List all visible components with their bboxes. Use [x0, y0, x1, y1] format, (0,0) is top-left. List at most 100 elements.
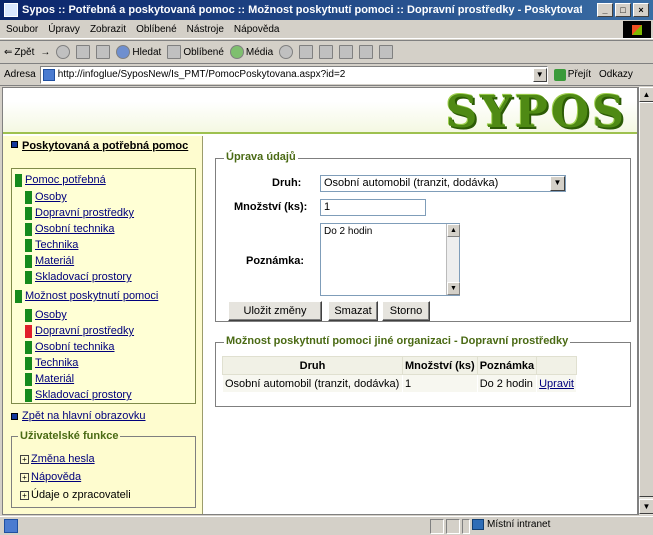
stop-icon[interactable] — [56, 45, 71, 59]
page-scrollbar[interactable]: ▲ ▼ — [638, 87, 653, 515]
edit-form: Úprava údajů Druh: Osobní automobil (tra… — [215, 151, 631, 322]
media-icon — [229, 45, 244, 59]
address-bar: Adresa http://infoglue/SyposNew/Is_PMT/P… — [0, 64, 653, 86]
druh-select[interactable]: Osobní automobil (tranzit, dodávka) ▼ — [320, 175, 566, 192]
poznamka-textarea[interactable]: Do 2 hodin ▲ ▼ — [320, 223, 460, 296]
processor-info-item[interactable]: + Údaje o zpracovateli — [20, 489, 131, 501]
status-bar: Místní intranet — [0, 516, 653, 535]
ie-app-icon — [4, 3, 18, 17]
menu-nastroje[interactable]: Nástroje — [187, 24, 224, 35]
back-to-main-link[interactable]: Zpět na hlavní obrazovku — [11, 409, 146, 423]
menu-zobrazit[interactable]: Zobrazit — [90, 24, 126, 35]
maximize-button[interactable]: □ — [615, 3, 631, 17]
nav-bullet-icon — [25, 222, 32, 236]
nav-item-material-2[interactable]: Materiál — [25, 372, 74, 386]
mail-icon[interactable] — [299, 45, 314, 59]
nav-box: Pomoc potřebná Osoby Dopravní prostředky… — [11, 168, 196, 404]
nav-item-osobni-technika-2[interactable]: Osobní technika — [25, 340, 115, 354]
textarea-scrollbar[interactable]: ▲ ▼ — [446, 224, 460, 295]
nav-item-technika-2[interactable]: Technika — [25, 356, 78, 370]
nav-bullet-icon — [25, 238, 32, 252]
nav-bullet-icon — [15, 173, 22, 187]
delete-button[interactable]: Smazat — [328, 301, 378, 321]
left-panel: Poskytovaná a potřebná pomoc Pomoc potře… — [3, 136, 203, 514]
status-cell — [462, 519, 470, 534]
search-button[interactable]: Hledat — [116, 45, 161, 59]
poznamka-value: Do 2 hodin — [324, 226, 373, 237]
edit-icon[interactable] — [339, 45, 354, 59]
links-button[interactable]: Odkazy — [599, 69, 633, 80]
cell-druh: Osobní automobil (tranzit, dodávka) — [222, 374, 403, 393]
back-button[interactable]: ⇐ Zpět — [4, 47, 34, 58]
column-header-poznamka: Poznámka — [476, 356, 538, 375]
nav-bullet-active-icon — [25, 324, 32, 338]
nav-item-technika[interactable]: Technika — [25, 238, 78, 252]
help-link[interactable]: + Nápověda — [20, 471, 81, 483]
scroll-down-icon[interactable]: ▼ — [639, 499, 653, 514]
messenger-icon[interactable] — [379, 45, 394, 59]
page-icon — [42, 68, 55, 81]
nav-item-osoby[interactable]: Osoby — [25, 190, 67, 204]
menu-napoveda[interactable]: Nápověda — [234, 24, 280, 35]
edit-row-link[interactable]: Upravit — [536, 374, 577, 393]
status-cell — [430, 519, 444, 534]
nav-item-osoby-2[interactable]: Osoby — [25, 308, 67, 322]
cancel-button[interactable]: Storno — [382, 301, 430, 321]
zone-label: Místní intranet — [487, 519, 551, 530]
minimize-button[interactable]: _ — [597, 3, 613, 17]
nav-item-dopravni-prostredky[interactable]: Dopravní prostředky — [25, 206, 134, 220]
chevron-down-icon[interactable]: ▼ — [550, 176, 565, 191]
history-icon[interactable] — [279, 45, 294, 59]
nav-bullet-icon — [25, 372, 32, 386]
nav-item-osobni-technika[interactable]: Osobní technika — [25, 222, 115, 236]
mnozstvi-input[interactable]: 1 — [320, 199, 426, 216]
media-label: Média — [245, 46, 274, 58]
nav-item-material[interactable]: Materiál — [25, 254, 74, 268]
address-label: Adresa — [4, 69, 36, 80]
nav-item-dopravni-prostredky-2[interactable]: Dopravní prostředky — [25, 324, 134, 338]
menu-bar: Soubor Úpravy Zobrazit Oblíbené Nástroje… — [0, 20, 653, 39]
print-icon[interactable] — [319, 45, 334, 59]
column-header-action — [536, 356, 577, 375]
edit-form-legend: Úprava údajů — [224, 151, 298, 163]
scroll-thumb[interactable] — [639, 102, 653, 497]
scroll-up-icon[interactable]: ▲ — [447, 224, 460, 237]
nav-bullet-icon — [25, 254, 32, 268]
forward-button[interactable]: → — [40, 47, 50, 58]
scroll-down-icon[interactable]: ▼ — [447, 282, 460, 295]
address-input[interactable]: http://infoglue/SyposNew/Is_PMT/PomocPos… — [39, 65, 548, 84]
page-done-icon — [4, 519, 18, 533]
menu-oblibene[interactable]: Oblíbené — [136, 24, 177, 35]
druh-value: Osobní automobil (tranzit, dodávka) — [324, 177, 499, 189]
change-password-link[interactable]: + Změna hesla — [20, 453, 95, 465]
nav-item-skladovaci-prostory[interactable]: Skladovací prostory — [25, 270, 132, 284]
cell-poznamka: Do 2 hodin — [476, 374, 538, 393]
offers-legend: Možnost poskytnutí pomoci jiné organizac… — [224, 335, 571, 347]
scroll-up-icon[interactable]: ▲ — [639, 87, 653, 102]
refresh-icon[interactable] — [76, 45, 91, 59]
search-label: Hledat — [132, 46, 162, 58]
back-label: Zpět — [14, 46, 35, 58]
chevron-down-icon[interactable]: ▼ — [532, 67, 547, 82]
section-title[interactable]: Poskytovaná a potřebná pomoc — [11, 140, 196, 153]
favorites-button[interactable]: Oblíbené — [167, 45, 224, 59]
nav-item-moznost-poskytnuti[interactable]: Možnost poskytnutí pomoci — [15, 289, 158, 303]
save-button[interactable]: Uložit změny — [228, 301, 322, 321]
user-functions-box: Uživatelské funkce + Změna hesla + Nápověd… — [11, 430, 196, 508]
menu-soubor[interactable]: Soubor — [6, 24, 38, 35]
column-header-mnozstvi: Množství (ks) — [402, 356, 478, 375]
offers-table: Druh Množství (ks) Poznámka Osobní autom… — [222, 356, 577, 393]
nav-item-pomoc-potrebna[interactable]: Pomoc potřebná — [15, 173, 106, 187]
home-icon[interactable] — [96, 45, 111, 59]
nav-item-skladovaci-prostory-2[interactable]: Skladovací prostory — [25, 388, 132, 402]
go-button[interactable]: Přejít — [553, 68, 591, 81]
nav-bullet-icon — [25, 270, 32, 284]
address-url[interactable]: http://infoglue/SyposNew/Is_PMT/PomocPos… — [58, 69, 533, 80]
bullet-square-icon — [11, 141, 18, 148]
discuss-icon[interactable] — [359, 45, 374, 59]
menu-upravy[interactable]: Úpravy — [48, 24, 80, 35]
close-button[interactable]: × — [633, 3, 649, 17]
nav-bullet-icon — [25, 356, 32, 370]
media-button[interactable]: Média — [229, 45, 274, 59]
forward-arrow-icon: → — [40, 46, 51, 58]
